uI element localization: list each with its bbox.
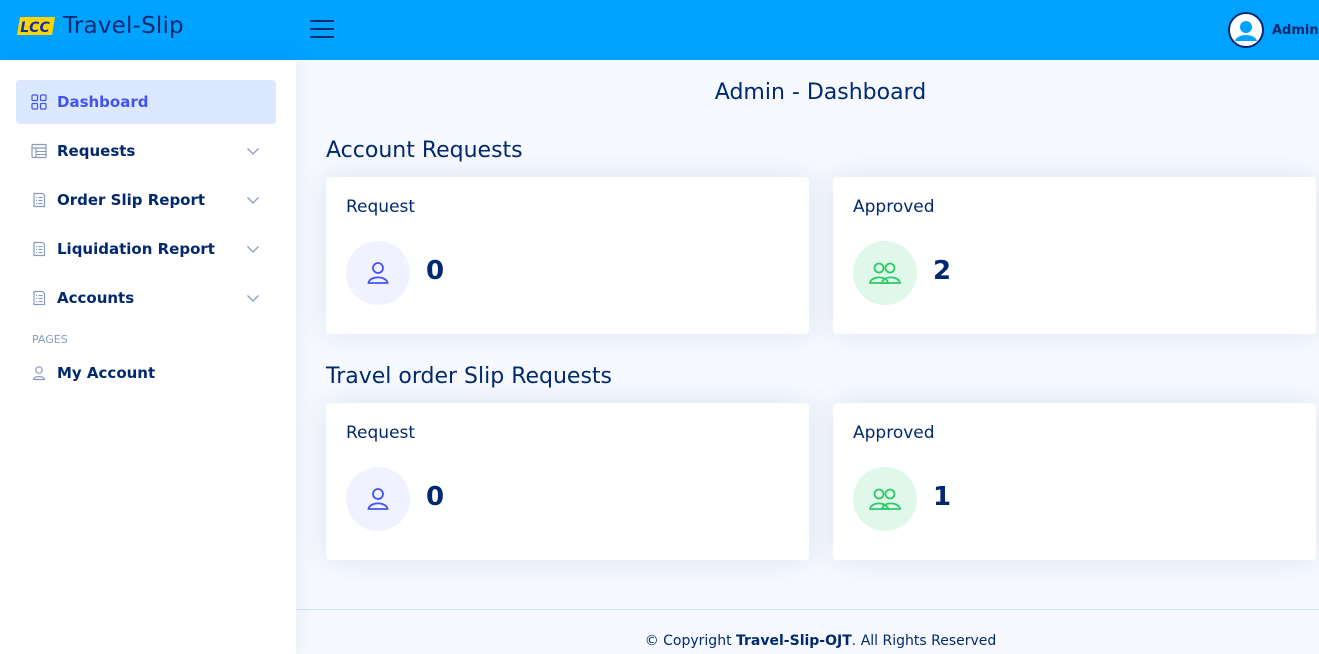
- slip-approved-card[interactable]: Approved 1: [833, 403, 1316, 560]
- card-icon-circle: [346, 467, 410, 531]
- sidebar-item-liquidation-report[interactable]: Liquidation Report: [16, 227, 276, 271]
- card-title: Approved: [853, 423, 935, 443]
- report-icon: [33, 192, 46, 208]
- chevron-down-icon: [247, 246, 259, 253]
- table-icon: [31, 143, 47, 159]
- chevron-down-icon: [247, 148, 259, 155]
- app-title: Travel-Slip: [63, 13, 184, 39]
- sidebar-toggle-icon[interactable]: [310, 20, 334, 40]
- card-value: 0: [426, 256, 445, 286]
- sidebar-item-label: Requests: [57, 142, 136, 160]
- copyright-prefix: © Copyright: [644, 633, 737, 649]
- svg-text:LCC: LCC: [20, 20, 50, 36]
- report-icon: [33, 241, 46, 257]
- card-icon-circle: [853, 467, 917, 531]
- account-request-card[interactable]: Request 0: [326, 177, 809, 334]
- section-title-travel-order-slip-requests: Travel order Slip Requests: [326, 364, 613, 389]
- copyright-text: © Copyright Travel-Slip-OJT. All Rights …: [296, 633, 1319, 649]
- sidebar: Dashboard Requests Order Slip Report Liq…: [0, 60, 296, 654]
- slip-request-card[interactable]: Request 0: [326, 403, 809, 560]
- page-title: Admin - Dashboard: [714, 80, 927, 105]
- sidebar-heading-pages: PAGES: [32, 333, 68, 346]
- sidebar-item-label: My Account: [57, 364, 156, 382]
- sidebar-item-my-account[interactable]: My Account: [16, 351, 276, 395]
- chevron-down-icon: [247, 295, 259, 302]
- card-icon-circle: [853, 241, 917, 305]
- grid-icon: [31, 94, 47, 110]
- chevron-down-icon: [247, 197, 259, 204]
- logo[interactable]: LCC Travel-Slip: [16, 13, 184, 39]
- avatar: [1228, 12, 1264, 48]
- card-value: 2: [933, 256, 952, 286]
- top-header: LCC Travel-Slip Admin: [0, 0, 1319, 60]
- people-icon: [868, 262, 902, 284]
- account-approved-card[interactable]: Approved 2: [833, 177, 1316, 334]
- person-icon: [367, 262, 389, 284]
- copyright-brand: Travel-Slip-OJT: [736, 633, 852, 649]
- sidebar-item-requests[interactable]: Requests: [16, 129, 276, 173]
- card-title: Request: [346, 423, 416, 443]
- sidebar-item-label: Dashboard: [57, 93, 149, 111]
- sidebar-item-label: Order Slip Report: [57, 191, 206, 209]
- card-value: 1: [933, 482, 952, 512]
- section-title-account-requests: Account Requests: [326, 138, 523, 163]
- sidebar-item-label: Liquidation Report: [57, 240, 215, 258]
- main-content: Admin - Dashboard Account Requests Reque…: [296, 60, 1319, 654]
- profile-name: Admin: [1272, 22, 1319, 38]
- sidebar-item-order-slip-report[interactable]: Order Slip Report: [16, 178, 276, 222]
- report-icon: [33, 290, 46, 306]
- sidebar-item-label: Accounts: [57, 289, 135, 307]
- people-icon: [868, 488, 902, 510]
- sidebar-item-accounts[interactable]: Accounts: [16, 276, 276, 320]
- footer: © Copyright Travel-Slip-OJT. All Rights …: [296, 609, 1319, 654]
- copyright-suffix: . All Rights Reserved: [851, 633, 997, 649]
- person-icon: [32, 366, 46, 381]
- profile-menu[interactable]: Admin: [1228, 12, 1319, 48]
- person-icon: [367, 488, 389, 510]
- card-icon-circle: [346, 241, 410, 305]
- card-title: Approved: [853, 197, 935, 217]
- sidebar-item-dashboard[interactable]: Dashboard: [16, 80, 276, 124]
- card-value: 0: [426, 482, 445, 512]
- card-title: Request: [346, 197, 416, 217]
- lcc-logo-icon: LCC: [16, 14, 56, 38]
